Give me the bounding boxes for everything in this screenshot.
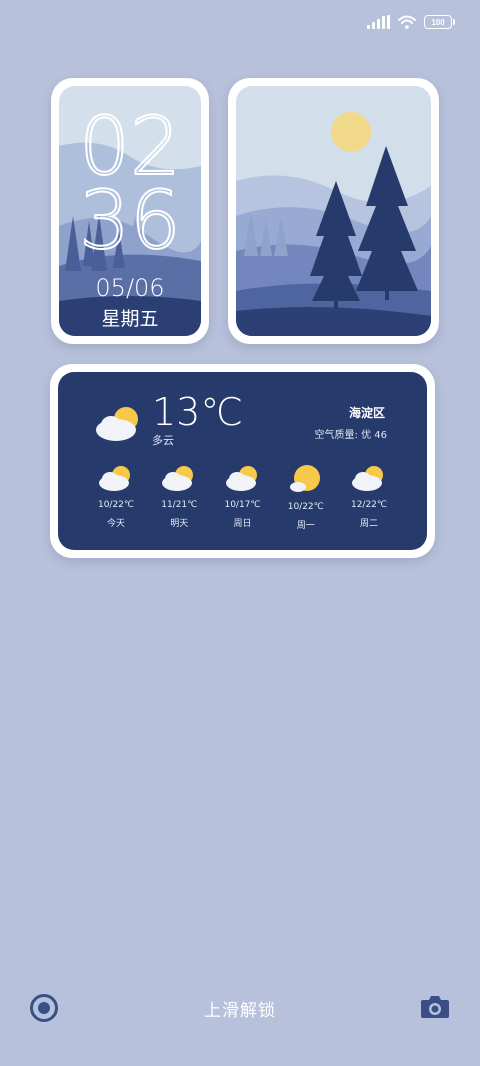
- sunny-icon: [289, 465, 320, 492]
- clock-weekday: 星期五: [101, 308, 159, 330]
- scenery-image: [236, 86, 431, 336]
- partly-cloudy-icon: [99, 466, 130, 491]
- current-condition: 多云: [152, 434, 174, 447]
- status-bar: 100: [367, 10, 455, 34]
- battery-icon: 100: [424, 15, 455, 29]
- forecast-item: 10/22℃ 今天: [86, 464, 146, 531]
- sun-icon: [331, 112, 371, 152]
- forecast-day: 周日: [233, 519, 252, 529]
- swipe-unlock-label[interactable]: 上滑解锁: [0, 996, 480, 1021]
- partly-cloudy-icon: [225, 466, 257, 491]
- scenery-widget[interactable]: [228, 78, 439, 344]
- forecast-item: 11/21℃ 明天: [149, 464, 209, 531]
- weather-widget[interactable]: 13℃ 多云 海淀区 空气质量: 优 46 10/22℃ 今天 11/21℃ 明…: [50, 364, 435, 558]
- forecast-item: 12/22℃ 周二: [339, 464, 399, 531]
- partly-cloudy-icon: [162, 466, 194, 491]
- forecast-day: 今天: [106, 519, 125, 529]
- clock-minute: 36: [79, 174, 181, 256]
- signal-icon: [367, 15, 390, 29]
- air-quality: 空气质量: 优 46: [314, 430, 387, 441]
- forecast-temp-range: 10/22℃: [287, 502, 324, 512]
- forecast-day: 周二: [359, 519, 378, 529]
- forecast-day: 周一: [296, 521, 315, 531]
- forecast-temp-range: 11/21℃: [161, 500, 198, 510]
- partly-cloudy-icon: [96, 407, 138, 441]
- partly-cloudy-icon: [352, 466, 383, 491]
- camera-icon[interactable]: [420, 993, 450, 1023]
- clock-widget[interactable]: 02 36 05/06 星期五: [51, 78, 209, 344]
- forecast-temp-range: 10/17℃: [224, 500, 261, 510]
- current-temperature: 13℃: [152, 390, 244, 434]
- forecast-day: 明天: [170, 519, 189, 529]
- clock-widget-background: 02 36 05/06 星期五: [59, 86, 201, 336]
- forecast-temp-range: 10/22℃: [97, 500, 135, 510]
- forecast-list: 10/22℃ 今天 11/21℃ 明天 10/17℃ 周日 10/22℃ 周一 …: [86, 464, 399, 531]
- weather-panel: 13℃ 多云 海淀区 空气质量: 优 46 10/22℃ 今天 11/21℃ 明…: [58, 372, 427, 550]
- forecast-item: 10/17℃ 周日: [213, 464, 273, 531]
- forecast-item: 10/22℃ 周一: [276, 464, 336, 531]
- lockscreen-bottom-bar: 上滑解锁: [0, 976, 480, 1066]
- forecast-temp-range: 12/22℃: [350, 500, 388, 510]
- battery-level: 100: [431, 17, 445, 27]
- wifi-icon: [398, 15, 416, 29]
- clock-date: 05/06: [95, 274, 165, 302]
- district-label: 海淀区: [348, 406, 385, 420]
